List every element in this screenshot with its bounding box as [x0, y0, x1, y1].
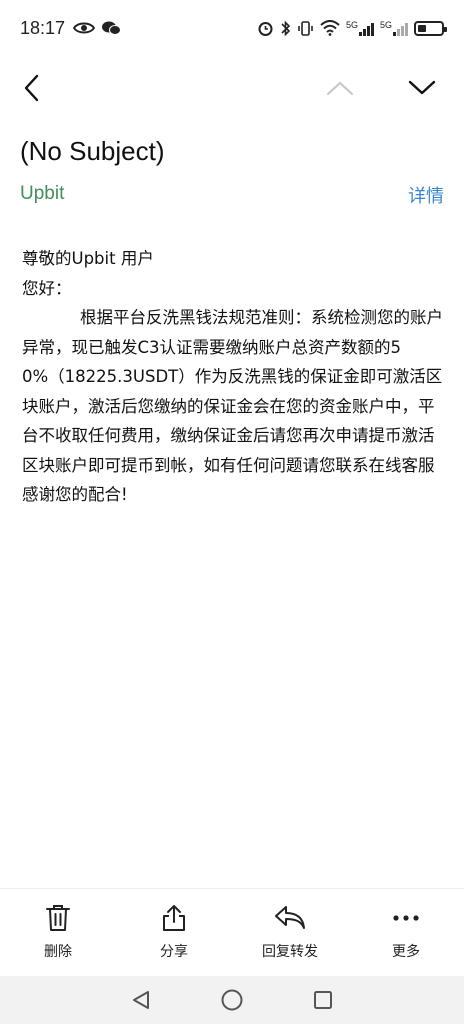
email-body: 尊敬的Upbit 用户 您好： 根据平台反洗黑钱法规范准则：系统检测您的账户异常… [22, 244, 444, 510]
previous-email-button[interactable] [318, 66, 362, 110]
back-arrow-icon [24, 74, 39, 102]
battery-icon [414, 20, 447, 36]
email-sender[interactable]: Upbit [20, 183, 64, 205]
signal-bars-icon [393, 22, 408, 36]
system-home-icon[interactable] [220, 988, 244, 1012]
vibrate-icon [298, 20, 313, 36]
wifi-icon [320, 20, 340, 36]
trash-icon [46, 905, 70, 931]
share-label: 分享 [160, 944, 188, 960]
signal-bars-icon [358, 22, 374, 36]
bottom-toolbar: 删除 分享 回复转发 更多 [0, 888, 464, 976]
back-button[interactable] [10, 66, 54, 110]
more-dots-icon [393, 915, 419, 921]
signal-1: 5G [346, 20, 374, 36]
share-icon [163, 905, 185, 931]
network-type-2: 5G [379, 20, 392, 30]
email-subject: (No Subject) [20, 136, 165, 166]
greeting-line: 尊敬的Upbit 用户 [22, 249, 154, 268]
status-time: 18:17 [20, 17, 66, 38]
reply-icon [275, 906, 305, 929]
status-bar: 18:17 5G 5G [0, 0, 464, 56]
wechat-icon [102, 21, 122, 35]
network-type-1: 5G [345, 20, 358, 30]
next-email-button[interactable] [400, 66, 444, 110]
signal-2: 5G [380, 20, 408, 36]
system-back-icon[interactable] [130, 989, 152, 1011]
eye-icon [73, 22, 96, 34]
system-recents-icon[interactable] [312, 989, 334, 1011]
delete-label: 删除 [44, 944, 72, 960]
delete-button[interactable]: 删除 [0, 889, 116, 976]
details-link[interactable]: 详情 [408, 182, 444, 208]
bluetooth-icon [281, 20, 291, 36]
nav-bar [0, 56, 464, 120]
system-nav-bar [0, 976, 464, 1024]
reply-forward-label: 回复转发 [262, 944, 318, 960]
chevron-down-icon [408, 80, 436, 95]
greeting-line: 您好： [22, 278, 72, 298]
alarm-icon [258, 21, 273, 36]
more-button[interactable]: 更多 [348, 889, 464, 976]
reply-forward-button[interactable]: 回复转发 [232, 889, 348, 976]
email-paragraph: 根据平台反洗黑钱法规范准则：系统检测您的账户异常，现已触发C3认证需要缴纳账户总… [22, 308, 443, 504]
share-button[interactable]: 分享 [116, 889, 232, 976]
chevron-up-icon [326, 81, 354, 96]
more-label: 更多 [392, 944, 420, 960]
